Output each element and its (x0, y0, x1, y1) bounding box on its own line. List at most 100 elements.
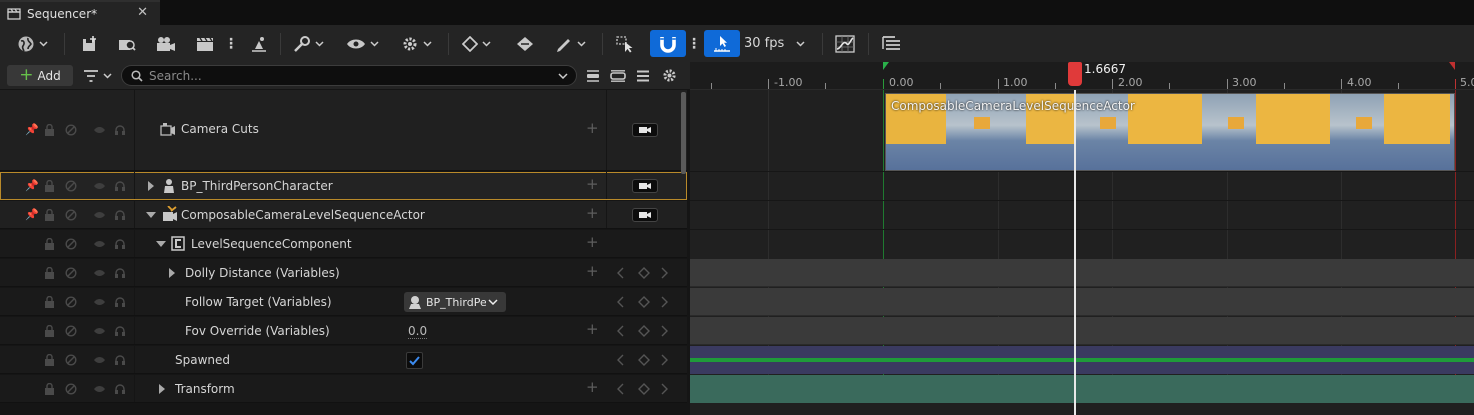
outliner-scrollbar-thumb[interactable] (681, 92, 686, 174)
timeline-track-area[interactable]: ComposableCameraLevelSequenceActor (690, 90, 1474, 415)
key-interpolation-button[interactable] (456, 25, 496, 62)
eye-icon[interactable] (93, 211, 106, 219)
add-key-button[interactable]: + (586, 320, 599, 338)
eye-icon[interactable] (93, 240, 106, 248)
spawned-track[interactable] (690, 346, 1474, 374)
deactivate-icon[interactable] (65, 209, 77, 221)
add-track-button[interactable]: + (586, 204, 599, 222)
headphones-icon[interactable] (114, 354, 126, 366)
lock-icon[interactable] (44, 209, 55, 221)
time-ruler[interactable]: -1.00 0.00 1.00 2.00 3.00 4.00 5.0 1.666… (690, 62, 1474, 90)
lock-icon[interactable] (44, 325, 55, 337)
deactivate-icon[interactable] (65, 354, 77, 366)
track-row-level-sequence-component[interactable]: LevelSequenceComponent + (0, 230, 687, 258)
playhead-handle[interactable] (1068, 62, 1082, 86)
key-navigation-icons[interactable] (616, 267, 674, 279)
playback-range-button[interactable] (704, 30, 740, 57)
actions-menu-button[interactable] (288, 25, 328, 62)
close-tab-icon[interactable]: ✕ (137, 5, 148, 20)
playback-start-marker[interactable] (883, 62, 889, 70)
chevron-down-icon[interactable] (558, 73, 568, 79)
follow-target-track[interactable] (690, 288, 1474, 316)
lock-icon[interactable] (44, 124, 55, 136)
track-row-dolly-distance[interactable]: Dolly Distance (Variables) + (0, 259, 687, 287)
key-navigation-icons[interactable] (616, 383, 674, 395)
eye-icon[interactable] (93, 356, 106, 364)
lock-icon[interactable] (44, 267, 55, 279)
deactivate-icon[interactable] (65, 267, 77, 279)
headphones-icon[interactable] (114, 209, 126, 221)
pin-icon[interactable]: 📌 (25, 179, 39, 192)
camera-lock-button[interactable] (632, 208, 658, 222)
filter-button[interactable] (80, 57, 114, 94)
track-row-composable-camera-actor[interactable]: 📌 ComposableCameraLevelSequenceActor + (0, 201, 687, 229)
camera-lock-button[interactable] (632, 179, 658, 193)
track-row-camera-cuts[interactable]: 📌 Camera Cuts + (0, 90, 687, 171)
list-view-button[interactable] (635, 57, 651, 94)
add-track-button[interactable]: + Add (7, 65, 73, 86)
track-row-follow-target[interactable]: Follow Target (Variables) BP_ThirdPer (0, 288, 687, 316)
deactivate-icon[interactable] (65, 124, 77, 136)
add-section-button[interactable]: + (586, 119, 599, 137)
view-options-button[interactable] (342, 25, 382, 62)
world-menu-button[interactable] (12, 25, 52, 62)
transform-track[interactable] (690, 375, 1474, 403)
lock-icon[interactable] (44, 354, 55, 366)
edit-tool-button[interactable] (550, 25, 590, 62)
collapse-arrow-icon[interactable] (156, 240, 166, 248)
lock-icon[interactable] (44, 180, 55, 192)
add-track-button[interactable]: + (586, 233, 599, 251)
dolly-distance-track[interactable] (690, 259, 1474, 287)
headphones-icon[interactable] (114, 267, 126, 279)
lock-icon[interactable] (44, 296, 55, 308)
key-navigation-icons[interactable] (616, 354, 674, 366)
add-key-button[interactable]: + (586, 378, 599, 396)
track-row-fov-override[interactable]: Fov Override (Variables) 0.0 + (0, 317, 687, 345)
key-navigation-icons[interactable] (616, 296, 674, 308)
collapse-all-button[interactable] (585, 57, 601, 94)
camera-cut-section[interactable]: ComposableCameraLevelSequenceActor (885, 93, 1455, 171)
deactivate-icon[interactable] (65, 238, 77, 250)
frame-rate-dropdown[interactable]: 30 fps (744, 25, 805, 62)
expand-arrow-icon[interactable] (158, 384, 166, 394)
key-navigation-icons[interactable] (616, 325, 674, 337)
search-input[interactable] (149, 68, 549, 83)
headphones-icon[interactable] (114, 238, 126, 250)
expand-arrow-icon[interactable] (168, 268, 176, 278)
fov-value-field[interactable]: 0.0 (408, 324, 428, 339)
playback-end-marker[interactable] (1449, 62, 1455, 70)
deactivate-icon[interactable] (65, 296, 77, 308)
deactivate-icon[interactable] (65, 180, 77, 192)
add-track-button[interactable]: + (586, 175, 599, 193)
camera-lock-button[interactable] (632, 123, 658, 137)
headphones-icon[interactable] (114, 180, 126, 192)
headphones-icon[interactable] (114, 296, 126, 308)
auto-key-button[interactable] (512, 25, 538, 62)
collapse-arrow-icon[interactable] (146, 211, 156, 219)
snap-toggle-button[interactable] (650, 30, 686, 57)
track-row-transform[interactable]: Transform + (0, 375, 687, 403)
eye-icon[interactable] (93, 385, 106, 393)
expand-arrow-icon[interactable] (147, 181, 155, 191)
create-shot-button[interactable] (192, 25, 218, 62)
follow-target-dropdown[interactable]: BP_ThirdPer (404, 292, 506, 312)
add-key-button[interactable]: + (586, 262, 599, 280)
track-row-bp-third-person[interactable]: 📌 BP_ThirdPersonCharacter + (0, 172, 687, 200)
deactivate-icon[interactable] (65, 325, 77, 337)
render-movie-button[interactable] (152, 25, 180, 62)
expand-all-button[interactable] (609, 57, 627, 94)
more-options-kebab[interactable]: ⋮ (224, 25, 238, 62)
snap-options-kebab[interactable]: ⋮ (687, 25, 701, 62)
headphones-icon[interactable] (114, 383, 126, 395)
tab-sequencer[interactable]: Sequencer* ✕ (0, 0, 160, 25)
deactivate-icon[interactable] (65, 383, 77, 395)
pin-icon[interactable]: 📌 (25, 123, 39, 136)
eye-icon[interactable] (93, 182, 106, 190)
tracks-panel-button[interactable] (878, 25, 904, 62)
fov-override-track[interactable] (690, 317, 1474, 345)
pin-icon[interactable]: 📌 (25, 208, 39, 221)
settings-button[interactable] (660, 57, 678, 94)
headphones-icon[interactable] (114, 124, 126, 136)
lock-icon[interactable] (44, 238, 55, 250)
lock-icon[interactable] (44, 383, 55, 395)
